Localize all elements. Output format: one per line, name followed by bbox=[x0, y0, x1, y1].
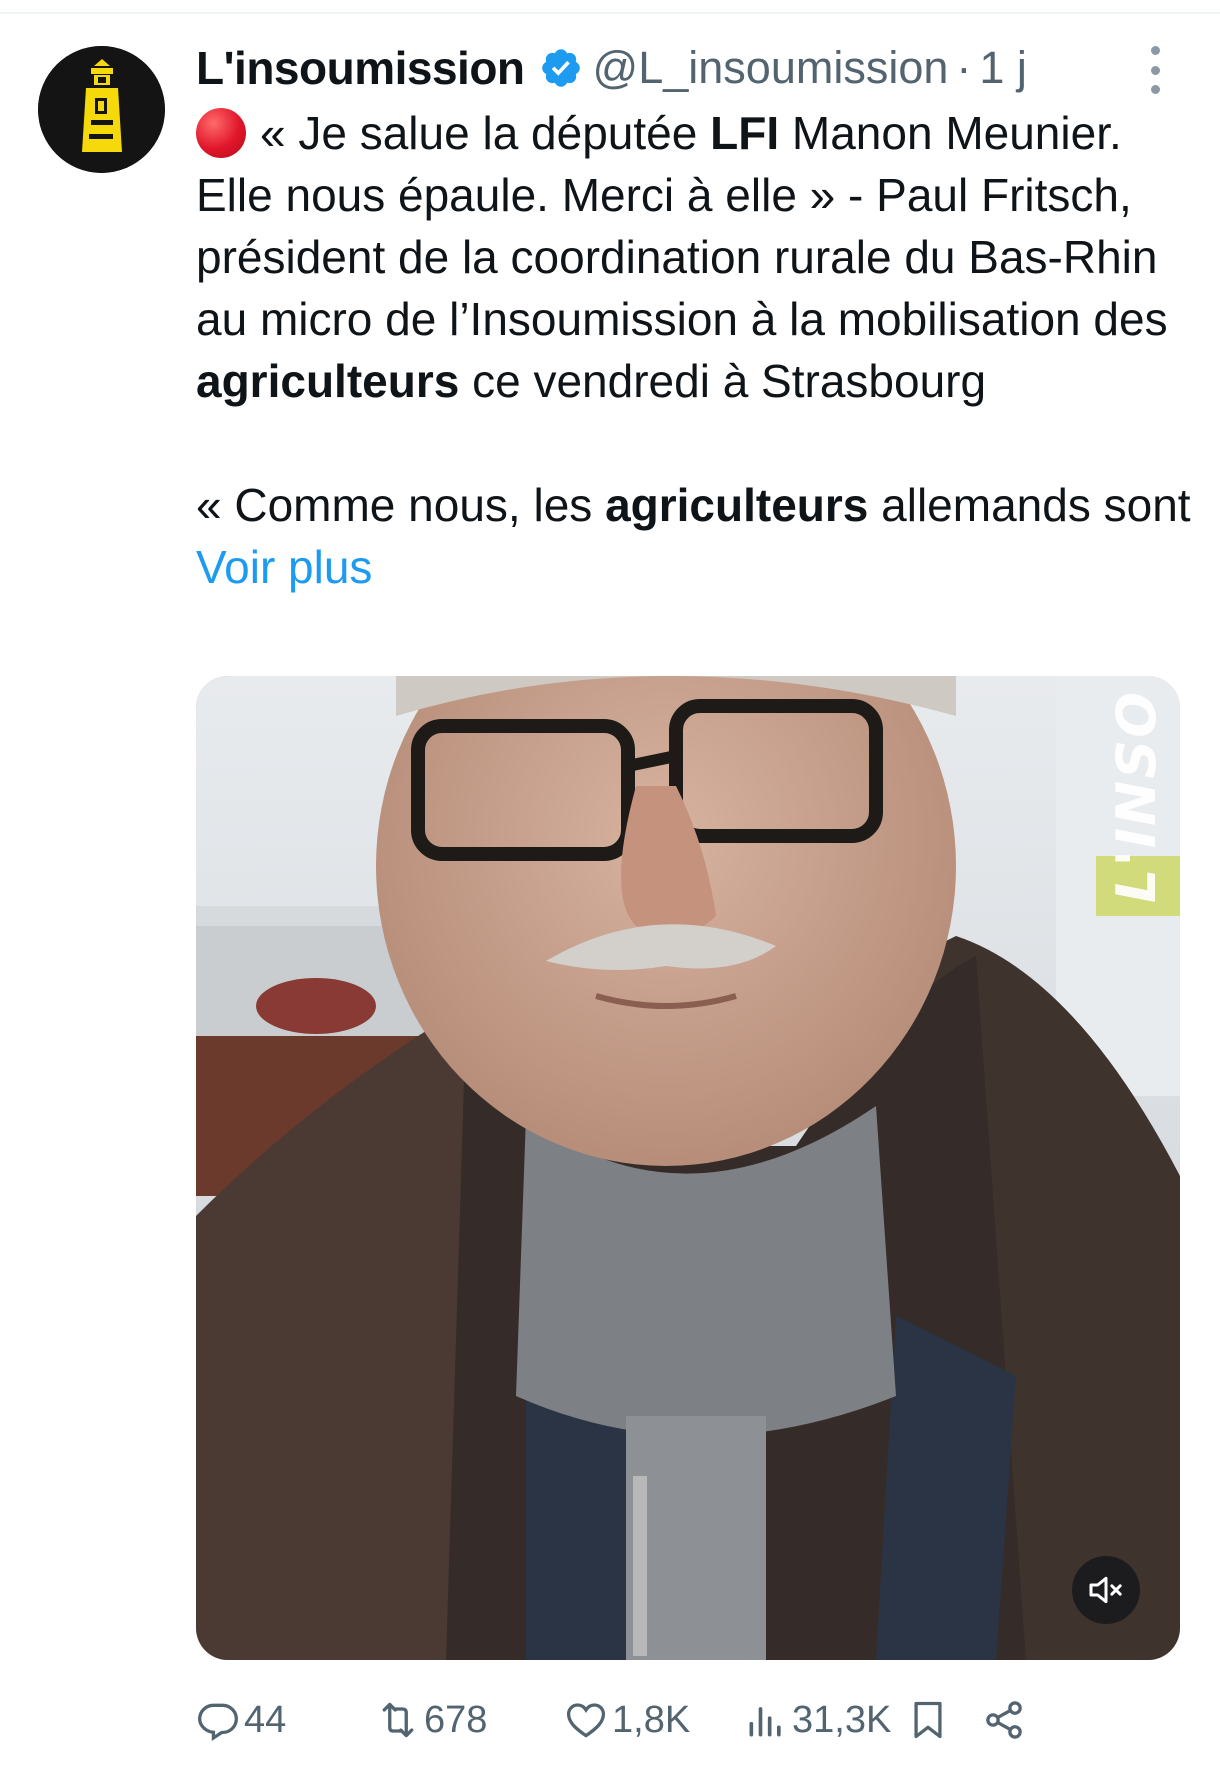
reply-count: 44 bbox=[244, 1698, 287, 1741]
mute-toggle-button[interactable] bbox=[1072, 1556, 1140, 1624]
views-count: 31,3K bbox=[792, 1698, 892, 1741]
retweet-button[interactable]: 678 bbox=[376, 1690, 487, 1750]
like-button[interactable]: 1,8K bbox=[564, 1690, 690, 1750]
keyword-agriculteurs: agriculteurs bbox=[196, 355, 460, 407]
tweet-paragraph-2: « Comme nous, les agriculteurs allemands… bbox=[196, 474, 1196, 598]
retweet-icon bbox=[382, 1702, 414, 1738]
muted-speaker-icon bbox=[1089, 1576, 1122, 1604]
top-divider bbox=[0, 12, 1220, 14]
tweet-header: L'insoumission @L_insoumission · 1 j bbox=[196, 38, 1096, 98]
like-count: 1,8K bbox=[612, 1698, 691, 1741]
reply-button[interactable]: 44 bbox=[196, 1690, 286, 1750]
video-frame bbox=[196, 676, 1180, 1660]
bookmark-icon bbox=[914, 1701, 942, 1739]
text-segment: allemands sont bbox=[868, 479, 1191, 531]
tweet-actions: 44 678 1,8K 31,3K bbox=[196, 1690, 1180, 1750]
lighthouse-logo-icon bbox=[38, 46, 165, 173]
views-chart-icon bbox=[749, 1707, 781, 1737]
text-segment: ce vendredi à Strasbourg bbox=[459, 355, 987, 407]
tweet-text: « Je salue la députée LFI Manon Meunier.… bbox=[196, 102, 1196, 598]
bookmark-button[interactable] bbox=[906, 1690, 954, 1750]
heart-icon bbox=[566, 1703, 606, 1738]
red-circle-icon bbox=[196, 108, 246, 158]
text-segment: « Comme nous, les bbox=[196, 479, 606, 531]
see-more-link[interactable]: Voir plus bbox=[196, 541, 372, 593]
text-segment: « Je salue la députée bbox=[260, 107, 711, 159]
author-display-name[interactable]: L'insoumission bbox=[196, 41, 525, 95]
tweet-paragraph-1: « Je salue la députée LFI Manon Meunier.… bbox=[196, 102, 1196, 412]
more-options-icon[interactable] bbox=[1140, 46, 1170, 94]
keyword-agriculteurs: agriculteurs bbox=[605, 479, 869, 531]
video-player[interactable]: L'INSO bbox=[196, 676, 1180, 1660]
verified-icon bbox=[539, 46, 583, 90]
tweet-timestamp[interactable]: 1 j bbox=[979, 42, 1027, 94]
hashtag-lfi: LFI bbox=[710, 107, 780, 159]
share-button[interactable] bbox=[982, 1690, 1030, 1750]
views-button[interactable]: 31,3K bbox=[744, 1690, 891, 1750]
separator-dot: · bbox=[956, 42, 972, 93]
retweet-count: 678 bbox=[424, 1698, 488, 1741]
reply-icon bbox=[198, 1703, 238, 1742]
author-handle[interactable]: @L_insoumission bbox=[593, 42, 949, 94]
avatar[interactable] bbox=[38, 46, 165, 173]
watermark: L'INSO bbox=[1105, 689, 1169, 903]
share-icon bbox=[986, 1701, 1022, 1739]
